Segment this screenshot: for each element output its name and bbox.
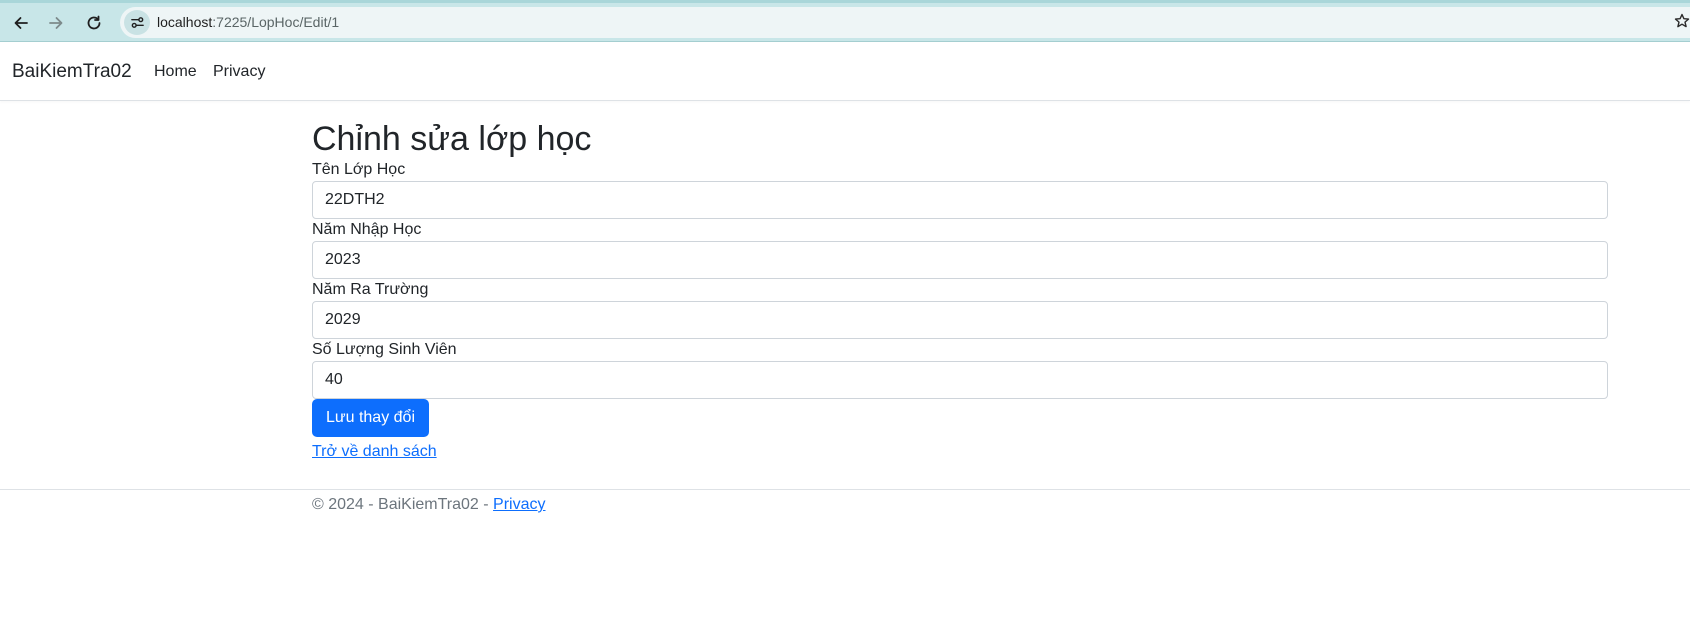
footer-text: © 2024 - BaiKiemTra02 - Privacy <box>312 493 546 517</box>
address-bar[interactable]: localhost:7225/LopHoc/Edit/1 <box>120 7 1690 38</box>
input-so-luong-sinh-vien[interactable] <box>312 361 1608 399</box>
site-footer: © 2024 - BaiKiemTra02 - Privacy <box>0 489 1690 529</box>
browser-toolbar: localhost:7225/LopHoc/Edit/1 <box>0 0 1690 42</box>
label-so-luong-sinh-vien: Số Lượng Sinh Viên <box>312 341 457 358</box>
reload-icon[interactable] <box>81 10 107 36</box>
label-ten-lop-hoc: Tên Lớp Học <box>312 161 406 178</box>
input-nam-nhap-hoc[interactable] <box>312 241 1608 279</box>
forward-arrow-icon[interactable] <box>43 10 69 36</box>
site-navbar: BaiKiemTra02 Home Privacy <box>0 42 1690 101</box>
nav-link-privacy[interactable]: Privacy <box>213 42 265 101</box>
nav-link-home[interactable]: Home <box>154 42 197 101</box>
back-arrow-icon[interactable] <box>8 10 34 36</box>
form-group-nam-ra-truong: Năm Ra Trường <box>312 279 1608 339</box>
input-ten-lop-hoc[interactable] <box>312 181 1608 219</box>
footer-privacy-link[interactable]: Privacy <box>493 496 545 513</box>
page-title: Chỉnh sửa lớp học <box>312 120 592 158</box>
url-path: :7225/LopHoc/Edit/1 <box>212 14 340 30</box>
input-nam-ra-truong[interactable] <box>312 301 1608 339</box>
back-to-list-link[interactable]: Trở về danh sách <box>312 441 1608 463</box>
form-group-so-luong-sinh-vien: Số Lượng Sinh Viên <box>312 339 1608 399</box>
footer-copyright: © 2024 - BaiKiemTra02 - <box>312 496 494 513</box>
save-button[interactable]: Lưu thay đổi <box>312 399 429 437</box>
site-info-icon[interactable] <box>124 10 150 35</box>
url-host: localhost <box>157 14 213 30</box>
bookmark-star-icon[interactable] <box>1674 13 1690 31</box>
form-group-ten-lop-hoc: Tên Lớp Học <box>312 159 1608 219</box>
url-text: localhost:7225/LopHoc/Edit/1 <box>157 7 339 38</box>
label-nam-ra-truong: Năm Ra Trường <box>312 281 429 298</box>
label-nam-nhap-hoc: Năm Nhập Học <box>312 221 422 238</box>
main-content: Chỉnh sửa lớp học Tên Lớp Học Năm Nhập H… <box>312 101 1608 463</box>
form-group-nam-nhap-hoc: Năm Nhập Học <box>312 219 1608 279</box>
navbar-brand[interactable]: BaiKiemTra02 <box>12 42 132 101</box>
